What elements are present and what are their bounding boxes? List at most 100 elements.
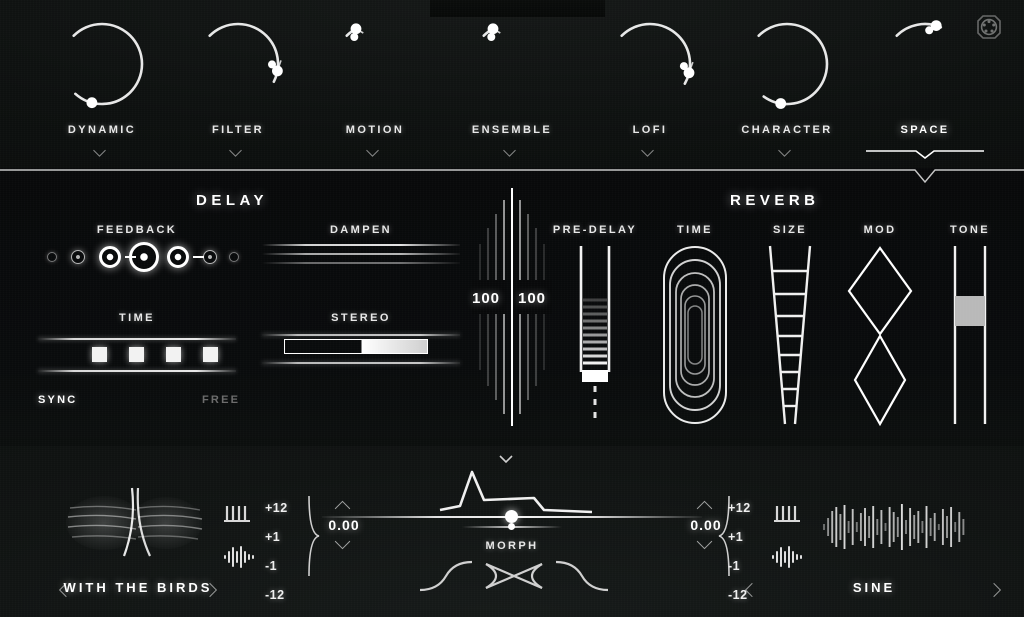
stereo-fill (284, 339, 428, 354)
tab-label: CHARACTER (741, 124, 833, 136)
reverb-time-control[interactable]: TIME (645, 224, 745, 426)
delay-time-slider[interactable] (38, 332, 236, 376)
dampen-slider[interactable] (262, 244, 460, 266)
pitch-mark: +1 (728, 530, 744, 544)
slider-rail-bottom (38, 370, 236, 372)
concentric-rings-icon[interactable] (645, 244, 745, 426)
feedback-label: FEEDBACK (96, 224, 178, 236)
arc-knob-icon[interactable] (877, 16, 973, 112)
pitch-mark: +12 (265, 501, 288, 515)
feedback-dot[interactable] (203, 250, 217, 264)
mod-label: MOD (863, 224, 897, 236)
dampen-control[interactable]: DAMPEN (262, 224, 460, 266)
feedback-link (125, 256, 136, 258)
chevron-down-icon[interactable] (779, 146, 795, 154)
feedback-dots[interactable] (38, 242, 239, 272)
feedback-dot[interactable] (99, 246, 121, 268)
size-control[interactable]: SIZE (740, 224, 840, 426)
pitch-mark: -1 (728, 559, 741, 573)
mix-left-value[interactable]: 100 (472, 290, 500, 307)
tab-filter[interactable]: FILTER (168, 16, 308, 166)
right-source-next-button[interactable] (988, 581, 1004, 599)
stereo-rail-top (262, 334, 460, 336)
keyboard-icon[interactable] (222, 504, 254, 531)
chevron-down-icon[interactable] (230, 146, 246, 154)
right-tune-up-icon[interactable] (695, 502, 717, 513)
left-pitch-scale: +12 +1 -1 -12 (265, 494, 311, 610)
tapered-ladder-icon[interactable] (740, 244, 840, 426)
chevron-down-icon[interactable] (367, 146, 383, 154)
waveform-icon[interactable] (222, 546, 256, 573)
delay-time-step[interactable] (203, 347, 218, 362)
left-source-name: WITH THE BIRDS (63, 580, 213, 595)
slider-rail-top (38, 338, 236, 340)
tab-label: DYNAMIC (67, 124, 137, 136)
tab-label: SPACE (900, 124, 950, 136)
mix-right-value[interactable]: 100 (518, 290, 546, 307)
right-source-browser[interactable]: SINE (744, 580, 1004, 595)
feedback-dot[interactable] (229, 252, 239, 262)
feedback-dot[interactable] (71, 250, 85, 264)
stereo-control[interactable]: STEREO (262, 312, 460, 368)
delay-time-control[interactable]: TIME (38, 312, 236, 376)
delay-free-button[interactable]: FREE (202, 394, 240, 406)
chevron-down-icon[interactable] (642, 146, 658, 154)
tab-lofi[interactable]: LOFI (580, 16, 720, 166)
tone-control[interactable]: TONE (920, 224, 1020, 426)
tab-dynamic[interactable]: DYNAMIC (32, 16, 172, 166)
feedback-link (193, 256, 204, 258)
right-source-prev-button[interactable] (744, 581, 760, 599)
arc-knob-icon[interactable] (739, 16, 835, 112)
waveform-bars-icon[interactable] (820, 496, 970, 558)
tone-label: TONE (950, 224, 990, 236)
arc-knob-icon[interactable] (190, 16, 286, 112)
envelope-curve-icon (422, 452, 612, 519)
pitch-mark: -12 (265, 588, 285, 602)
chevron-down-icon[interactable] (504, 146, 520, 154)
space-effect-panel: DELAY REVERB FEEDBACK TIME SYNC FREE DAM… (0, 168, 1024, 468)
tab-motion[interactable]: MOTION (305, 16, 445, 166)
delay-section-title: DELAY (196, 192, 268, 209)
morph-label: MORPH (485, 540, 539, 552)
stereo-rail-bottom (262, 362, 460, 364)
morph-control[interactable]: MORPH (322, 452, 702, 612)
vertical-fader-icon[interactable] (920, 244, 1020, 426)
waveform-thumbnail-icon[interactable] (62, 484, 207, 562)
left-source-prev-button[interactable] (58, 581, 74, 599)
arc-knob-icon[interactable] (464, 16, 560, 112)
delay-time-step[interactable] (129, 347, 144, 362)
left-source-next-button[interactable] (204, 581, 220, 599)
delay-sync-button[interactable]: SYNC (38, 394, 77, 406)
left-source-browser[interactable]: WITH THE BIRDS (8, 580, 268, 595)
midi-din-icon[interactable] (972, 10, 1006, 44)
oscillator-bar: WITH THE BIRDS +12 +1 -1 -12 0.00 MORPH … (0, 446, 1024, 617)
ladder-slider-icon[interactable] (545, 244, 645, 426)
morph-secondary-dot (508, 523, 515, 530)
stereo-slider[interactable] (262, 332, 460, 368)
tab-character[interactable]: CHARACTER (717, 16, 857, 166)
reverb-section-title: REVERB (730, 192, 820, 209)
delay-time-step[interactable] (166, 347, 181, 362)
feedback-dot[interactable] (47, 252, 57, 262)
keyboard-icon[interactable] (772, 504, 804, 531)
waveform-icon[interactable] (770, 546, 804, 573)
right-tune-down-icon[interactable] (695, 537, 717, 548)
pitch-mark: +1 (265, 530, 281, 544)
delay-time-label: TIME (119, 312, 155, 324)
double-diamond-icon[interactable] (830, 244, 930, 426)
feedback-dot[interactable] (167, 246, 189, 268)
pre-delay-control[interactable]: PRE-DELAY (545, 224, 645, 426)
mod-control[interactable]: MOD (830, 224, 930, 426)
arc-knob-icon[interactable] (602, 16, 698, 112)
tab-label: FILTER (211, 124, 265, 136)
chevron-down-icon[interactable] (94, 146, 110, 154)
tab-ensemble[interactable]: ENSEMBLE (442, 16, 582, 166)
morph-slider-handle[interactable] (505, 510, 518, 523)
effects-tab-bar: DYNAMIC FILTER MOTION ENSEMBLE LOFI CHARACTER… (0, 0, 1024, 168)
delay-time-step[interactable] (92, 347, 107, 362)
right-source-name: SINE (852, 580, 896, 595)
arc-knob-icon[interactable] (327, 16, 423, 112)
tab-label: LOFI (632, 124, 668, 136)
feedback-control[interactable]: FEEDBACK (38, 224, 239, 272)
arc-knob-icon[interactable] (54, 16, 150, 112)
